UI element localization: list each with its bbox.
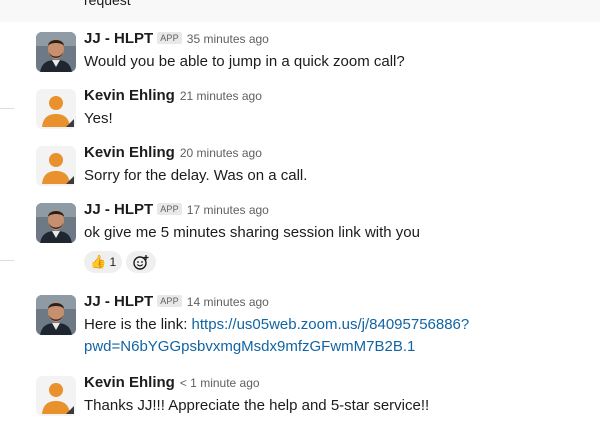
zoom-link-continuation[interactable]: pwd=N6bYGGpsbvxmgMsdx9mfzGFwmM7B2B.1 xyxy=(84,338,415,355)
message-header: Kevin Ehling 21 minutes ago xyxy=(84,87,262,105)
avatar[interactable] xyxy=(36,295,76,335)
avatar[interactable] xyxy=(36,146,76,186)
message-header: Kevin Ehling 20 minutes ago xyxy=(84,144,262,162)
message-item[interactable]: Kevin Ehling 20 minutes ago Sorry for the… xyxy=(20,144,590,188)
timestamp[interactable]: 35 minutes ago xyxy=(187,32,269,46)
thumbs-up-icon: 👍 xyxy=(90,254,107,269)
add-reaction-button[interactable] xyxy=(126,251,157,273)
author-name[interactable]: Kevin Ehling xyxy=(84,87,175,104)
message-item[interactable]: JJ - HLPT APP 17 minutes ago ok give me 5 … xyxy=(20,201,590,279)
message-text: Would you be able to jump in a quick zoo… xyxy=(84,53,405,70)
message-text: Sorry for the delay. Was on a call. xyxy=(84,167,308,184)
timestamp[interactable]: 17 minutes ago xyxy=(187,203,269,217)
zoom-link[interactable]: https://us05web.zoom.us/j/84095756886? xyxy=(192,316,470,333)
previous-message-text: request xyxy=(84,0,131,8)
message-header: JJ - HLPT APP 14 minutes ago xyxy=(84,293,269,311)
left-gutter xyxy=(0,22,18,441)
avatar[interactable] xyxy=(36,376,76,416)
message-feed: request JJ - HLPT APP 35 minutes ago Would… xyxy=(0,0,600,441)
author-name[interactable]: JJ - HLPT xyxy=(84,293,153,310)
reaction-count: 1 xyxy=(109,255,117,269)
reaction-bar: 👍 1 xyxy=(84,251,157,275)
author-name[interactable]: Kevin Ehling xyxy=(84,144,175,161)
timestamp[interactable]: 20 minutes ago xyxy=(180,146,262,160)
add-emoji-icon xyxy=(133,255,149,270)
reaction-thumbs-up[interactable]: 👍 1 xyxy=(84,251,123,273)
message-text: ok give me 5 minutes sharing session lin… xyxy=(84,224,420,241)
app-badge: APP xyxy=(157,295,182,307)
message-text: Yes! xyxy=(84,110,113,127)
avatar[interactable] xyxy=(36,89,76,129)
message-text: Thanks JJ!!! Appreciate the help and 5-s… xyxy=(84,397,430,414)
author-name[interactable]: Kevin Ehling xyxy=(84,374,175,391)
message-text: Here is the link: https://us05web.zoom.u… xyxy=(84,314,584,358)
timestamp[interactable]: 14 minutes ago xyxy=(187,295,269,309)
author-name[interactable]: JJ - HLPT xyxy=(84,201,153,218)
message-item[interactable]: Kevin Ehling 21 minutes ago Yes! xyxy=(20,87,590,131)
message-header: Kevin Ehling < 1 minute ago xyxy=(84,374,260,392)
previous-message-tail: request xyxy=(0,0,600,22)
app-badge: APP xyxy=(157,203,182,215)
message-header: JJ - HLPT APP 17 minutes ago xyxy=(84,201,269,219)
author-name[interactable]: JJ - HLPT xyxy=(84,30,153,47)
timestamp[interactable]: < 1 minute ago xyxy=(180,376,260,390)
timestamp[interactable]: 21 minutes ago xyxy=(180,89,262,103)
avatar[interactable] xyxy=(36,203,76,243)
app-badge: APP xyxy=(157,32,182,44)
message-item[interactable]: JJ - HLPT APP 35 minutes ago Would you be … xyxy=(20,30,590,74)
gutter-divider xyxy=(0,108,14,109)
gutter-divider xyxy=(0,260,14,261)
avatar[interactable] xyxy=(36,32,76,72)
message-item[interactable]: Kevin Ehling < 1 minute ago Thanks JJ!!! … xyxy=(20,374,590,418)
message-header: JJ - HLPT APP 35 minutes ago xyxy=(84,30,269,48)
message-text-prefix: Here is the link: xyxy=(84,316,192,333)
message-item[interactable]: JJ - HLPT APP 14 minutes ago Here is the l… xyxy=(20,293,590,361)
